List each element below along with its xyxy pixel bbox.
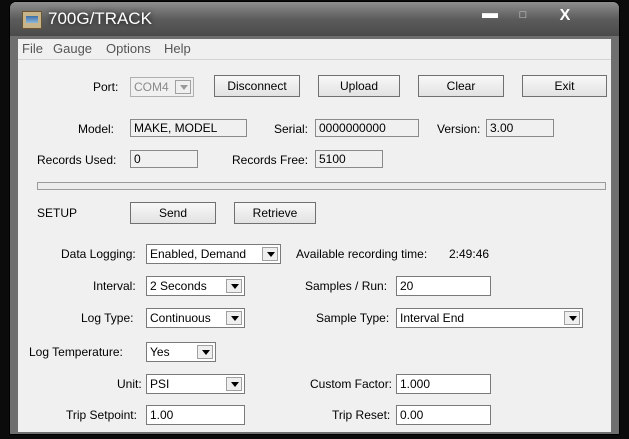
retrieve-button[interactable]: Retrieve [234, 202, 316, 224]
window-title: 700G/TRACK [48, 9, 152, 28]
version-label: Version: [437, 122, 481, 136]
port-label: Port: [93, 80, 119, 94]
menu-gauge[interactable]: Gauge [53, 41, 92, 56]
data-logging-value: Enabled, Demand [150, 247, 247, 261]
custom-factor-field[interactable]: 1.000 [396, 374, 491, 394]
chevron-down-icon[interactable] [175, 80, 191, 94]
menu-bar: File Gauge Options Help [18, 39, 611, 60]
log-type-label: Log Type: [81, 311, 134, 325]
chevron-down-icon[interactable] [226, 377, 242, 391]
sample-type-value: Interval End [400, 311, 465, 325]
model-label: Model: [78, 122, 115, 136]
disconnect-button[interactable]: Disconnect [214, 75, 300, 97]
trip-setpoint-label: Trip Setpoint: [66, 408, 137, 422]
trip-reset-label: Trip Reset: [332, 408, 391, 422]
port-value: COM4 [134, 80, 169, 94]
unit-label: Unit: [117, 377, 142, 391]
data-logging-select[interactable]: Enabled, Demand [146, 244, 281, 264]
interval-label: Interval: [93, 279, 136, 293]
chevron-down-icon[interactable] [226, 311, 242, 325]
close-button[interactable]: X [542, 5, 588, 27]
records-used-label: Records Used: [37, 153, 117, 167]
upload-button[interactable]: Upload [318, 75, 400, 97]
chevron-down-icon[interactable] [226, 279, 242, 293]
log-temperature-label: Log Temperature: [29, 345, 123, 359]
version-value: 3.00 [486, 119, 554, 137]
sample-type-label: Sample Type: [316, 311, 390, 325]
records-free-value: 5100 [315, 150, 383, 168]
log-temperature-value: Yes [150, 345, 170, 359]
log-type-value: Continuous [150, 311, 211, 325]
setup-label: SETUP [37, 206, 78, 220]
trip-reset-field[interactable]: 0.00 [396, 405, 491, 425]
serial-label: Serial: [274, 122, 309, 136]
records-free-label: Records Free: [232, 153, 309, 167]
custom-factor-label: Custom Factor: [310, 377, 393, 391]
interval-select[interactable]: 2 Seconds [146, 276, 245, 296]
maximize-button[interactable]: □ [508, 5, 538, 27]
records-used-value: 0 [130, 150, 198, 168]
send-button[interactable]: Send [130, 202, 216, 224]
title-bar[interactable]: 700G/TRACK ▬ □ X [10, 2, 619, 36]
port-select[interactable]: COM4 [130, 77, 194, 97]
recording-time-label: Available recording time: [296, 247, 428, 261]
samples-run-label: Samples / Run: [305, 279, 388, 293]
unit-select[interactable]: PSI [146, 374, 245, 394]
exit-button[interactable]: Exit [522, 75, 607, 97]
samples-run-field[interactable]: 20 [396, 276, 491, 296]
data-logging-label: Data Logging: [61, 247, 136, 261]
recording-time-value: 2:49:46 [449, 247, 490, 261]
trip-setpoint-field[interactable]: 1.00 [146, 405, 245, 425]
log-type-select[interactable]: Continuous [146, 308, 245, 328]
app-icon[interactable] [22, 11, 42, 29]
menu-help[interactable]: Help [164, 41, 191, 56]
chevron-down-icon[interactable] [262, 247, 278, 261]
menu-file[interactable]: File [22, 41, 43, 56]
serial-value: 0000000000 [315, 119, 419, 137]
chevron-down-icon[interactable] [564, 311, 580, 325]
sample-type-select[interactable]: Interval End [396, 308, 583, 328]
model-value: MAKE, MODEL [130, 119, 247, 137]
log-temperature-select[interactable]: Yes [146, 342, 216, 362]
minimize-button[interactable]: ▬ [475, 5, 505, 27]
progress-bar [37, 182, 606, 190]
chevron-down-icon[interactable] [197, 345, 213, 359]
interval-value: 2 Seconds [150, 279, 207, 293]
clear-button[interactable]: Clear [418, 75, 504, 97]
menu-options[interactable]: Options [106, 41, 151, 56]
unit-value: PSI [150, 377, 170, 391]
